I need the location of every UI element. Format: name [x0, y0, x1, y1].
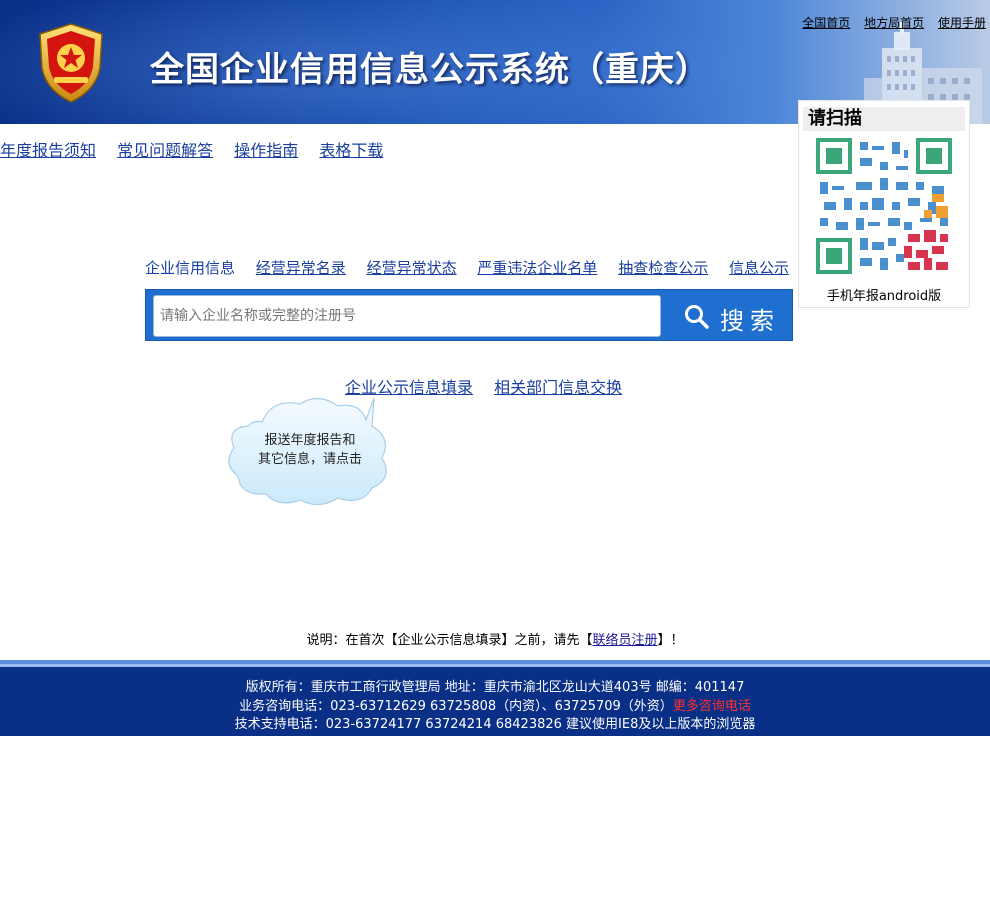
tab-info-disclosure[interactable]: 信息公示	[729, 257, 789, 278]
national-home-link[interactable]: 全国首页	[802, 16, 850, 30]
nav-annual-report-notice[interactable]: 年度报告须知	[0, 141, 96, 160]
qr-caption: 手机年报android版	[826, 289, 942, 304]
search-box: 搜索	[145, 289, 793, 341]
user-manual-link[interactable]: 使用手册	[938, 16, 986, 30]
tab-abnormal-operation-list[interactable]: 经营异常名录	[256, 257, 346, 278]
note-suffix: 】！	[657, 633, 684, 648]
nav-faq[interactable]: 常见问题解答	[117, 141, 213, 160]
qr-code-icon[interactable]	[816, 138, 952, 274]
department-info-exchange-link[interactable]: 相关部门信息交换	[494, 378, 622, 397]
more-phone-link[interactable]: 更多咨询电话	[673, 699, 751, 714]
main-nav: 年度报告须知 常见问题解答 操作指南 表格下载	[0, 137, 399, 161]
tab-serious-violation-list[interactable]: 严重违法企业名单	[477, 257, 597, 278]
cloud-text-line1: 报送年度报告和	[264, 433, 356, 448]
search-button-label: 搜索	[720, 307, 780, 335]
national-emblem-icon	[39, 23, 103, 103]
footer-business-phone-text: 业务咨询电话：023-63712629 63725808（内资）、6372570…	[239, 699, 673, 714]
qr-heading: 请扫描	[803, 107, 965, 131]
category-tabs: 企业信用信息 经营异常名录 经营异常状态 严重违法企业名单 抽查检查公示 信息公…	[145, 257, 797, 278]
liaison-register-link[interactable]: 联络员注册	[592, 633, 657, 648]
nav-form-download[interactable]: 表格下载	[319, 141, 383, 160]
note-prefix: 说明：在首次【企业公示信息填录】之前，请先【	[306, 633, 593, 648]
cloud-text[interactable]: 报送年度报告和 其它信息，请点击	[240, 431, 380, 469]
tab-enterprise-credit-info[interactable]: 企业信用信息	[145, 257, 235, 278]
local-bureau-home-link[interactable]: 地方局首页	[864, 16, 924, 30]
footer-tech-support: 技术支持电话：023-63724177 63724214 68423826 建议…	[234, 717, 756, 732]
site-footer: 版权所有：重庆市工商行政管理局 地址：重庆市渝北区龙山大道403号 邮编：401…	[0, 667, 990, 736]
top-links: 全国首页 地方局首页 使用手册	[792, 14, 986, 31]
nav-operation-guide[interactable]: 操作指南	[234, 141, 298, 160]
search-icon	[685, 305, 709, 329]
qr-panel: 请扫描 手机年报android版	[798, 100, 970, 308]
site-title: 全国企业信用信息公示系统（重庆）	[150, 50, 710, 90]
tab-spot-check-disclosure[interactable]: 抽查检查公示	[618, 257, 708, 278]
footer-business-phone: 业务咨询电话：023-63712629 63725808（内资）、6372570…	[0, 695, 990, 714]
cloud-text-line2: 其它信息，请点击	[257, 452, 362, 467]
registration-note: 说明：在首次【企业公示信息填录】之前，请先【联络员注册】！	[0, 629, 990, 648]
tab-abnormal-operation-status[interactable]: 经营异常状态	[367, 257, 457, 278]
search-input[interactable]	[153, 295, 661, 337]
search-button[interactable]: 搜索	[668, 295, 788, 337]
footer-copyright: 版权所有：重庆市工商行政管理局 地址：重庆市渝北区龙山大道403号 邮编：401…	[245, 680, 745, 695]
